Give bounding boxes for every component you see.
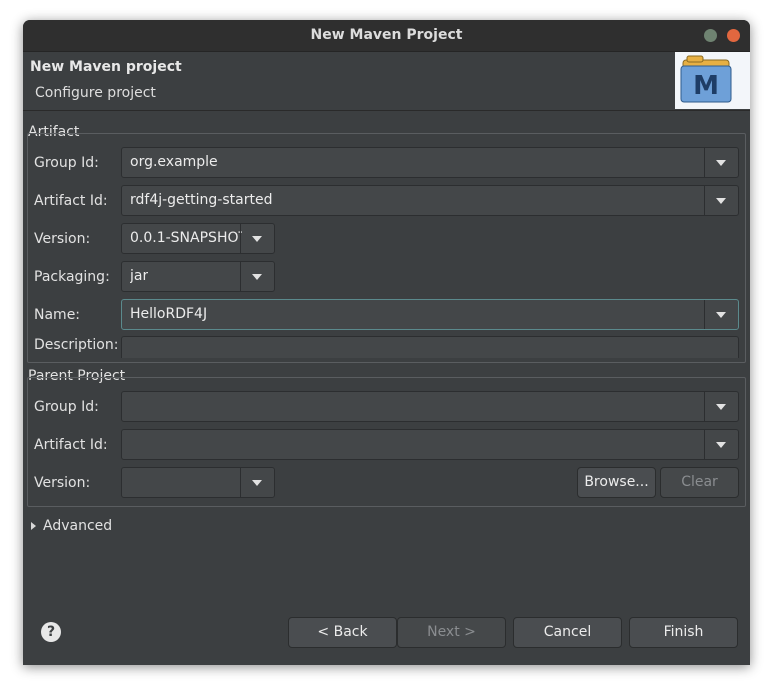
- packaging-label: Packaging:: [34, 269, 110, 285]
- close-button[interactable]: [727, 29, 740, 42]
- advanced-expander[interactable]: Advanced: [31, 518, 112, 534]
- chevron-down-icon: [716, 442, 726, 448]
- finish-button[interactable]: Finish: [629, 617, 738, 648]
- browse-button[interactable]: Browse...: [577, 467, 656, 498]
- name-label: Name:: [34, 307, 81, 323]
- clear-button[interactable]: Clear: [660, 467, 739, 498]
- chevron-down-icon: [716, 312, 726, 318]
- parent-artifact-id-dropdown-button[interactable]: [704, 430, 738, 459]
- group-id-label: Group Id:: [34, 155, 99, 171]
- cancel-button[interactable]: Cancel: [513, 617, 622, 648]
- packaging-combo[interactable]: jar: [121, 261, 275, 292]
- back-button[interactable]: < Back: [288, 617, 397, 648]
- version-value: 0.0.1-SNAPSHOT: [130, 230, 242, 246]
- packaging-value: jar: [130, 268, 149, 284]
- parent-version-dropdown-button[interactable]: [240, 468, 274, 497]
- version-label: Version:: [34, 231, 91, 247]
- name-combo[interactable]: HelloRDF4J: [121, 299, 739, 330]
- page-subtitle: Configure project: [35, 85, 156, 101]
- artifact-id-dropdown-button[interactable]: [704, 186, 738, 215]
- artifact-id-label: Artifact Id:: [34, 193, 108, 209]
- chevron-down-icon: [252, 274, 262, 280]
- wizard-header: New Maven project Configure project M: [23, 52, 750, 110]
- advanced-label: Advanced: [43, 518, 113, 534]
- chevron-down-icon: [252, 480, 262, 486]
- help-icon[interactable]: ?: [41, 622, 61, 642]
- maven-logo-icon: M: [675, 52, 750, 109]
- group-id-combo[interactable]: org.example: [121, 147, 739, 178]
- artifact-id-value: rdf4j-getting-started: [130, 192, 273, 208]
- header-separator: [23, 110, 750, 111]
- window-title: New Maven Project: [310, 27, 463, 43]
- chevron-down-icon: [252, 236, 262, 242]
- chevron-down-icon: [716, 404, 726, 410]
- parent-version-label: Version:: [34, 475, 91, 491]
- minimize-button[interactable]: [704, 29, 717, 42]
- logo-letter: M: [693, 71, 719, 101]
- parent-artifact-id-label: Artifact Id:: [34, 437, 108, 453]
- maven-dialog: New Maven Project New Maven project Conf…: [23, 20, 750, 665]
- packaging-dropdown-button[interactable]: [240, 262, 274, 291]
- parent-version-combo[interactable]: [121, 467, 275, 498]
- parent-group-id-label: Group Id:: [34, 399, 99, 415]
- version-combo[interactable]: 0.0.1-SNAPSHOT: [121, 223, 275, 254]
- description-field[interactable]: [121, 336, 739, 358]
- version-dropdown-button[interactable]: [240, 224, 274, 253]
- next-button[interactable]: Next >: [397, 617, 506, 648]
- parent-group-id-combo[interactable]: [121, 391, 739, 422]
- chevron-down-icon: [716, 198, 726, 204]
- description-label: Description:: [34, 337, 119, 353]
- chevron-down-icon: [716, 160, 726, 166]
- name-dropdown-button[interactable]: [704, 300, 738, 329]
- name-value: HelloRDF4J: [130, 306, 208, 322]
- group-id-dropdown-button[interactable]: [704, 148, 738, 177]
- group-id-value: org.example: [130, 154, 218, 170]
- title-bar: New Maven Project: [23, 20, 750, 52]
- parent-group-id-dropdown-button[interactable]: [704, 392, 738, 421]
- expand-triangle-icon: [31, 522, 36, 530]
- artifact-id-combo[interactable]: rdf4j-getting-started: [121, 185, 739, 216]
- parent-artifact-id-combo[interactable]: [121, 429, 739, 460]
- page-title: New Maven project: [30, 59, 182, 75]
